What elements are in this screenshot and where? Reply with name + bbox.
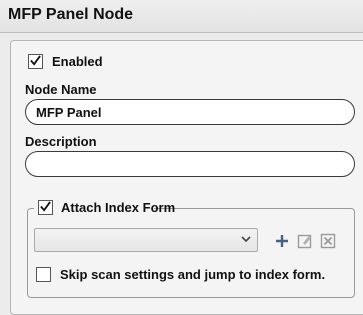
skip-scan-label: Skip scan settings and jump to index for…: [60, 267, 326, 282]
description-label: Description: [25, 134, 97, 149]
enabled-label: Enabled: [52, 54, 103, 69]
node-name-label: Node Name: [25, 82, 97, 97]
attach-index-form-group: [27, 208, 355, 298]
title-bar: MFP Panel Node: [0, 0, 363, 33]
attach-index-form-checkbox[interactable]: [38, 200, 53, 215]
remove-icon[interactable]: [320, 233, 336, 249]
index-form-select[interactable]: [34, 228, 258, 252]
checkmark-icon: [30, 55, 41, 66]
enabled-checkbox[interactable]: [28, 54, 43, 69]
window-title: MFP Panel Node: [8, 6, 134, 23]
attach-index-form-legend: Attach Index Form: [34, 198, 175, 216]
skip-scan-checkbox[interactable]: [36, 267, 51, 282]
description-input[interactable]: [25, 151, 355, 177]
checkmark-icon: [40, 201, 51, 212]
edit-form-icon[interactable]: [297, 233, 313, 249]
attach-index-form-label: Attach Index Form: [61, 200, 176, 215]
plus-icon[interactable]: [274, 233, 290, 249]
chevron-down-icon: [241, 236, 251, 243]
node-name-input[interactable]: MFP Panel: [25, 99, 355, 125]
